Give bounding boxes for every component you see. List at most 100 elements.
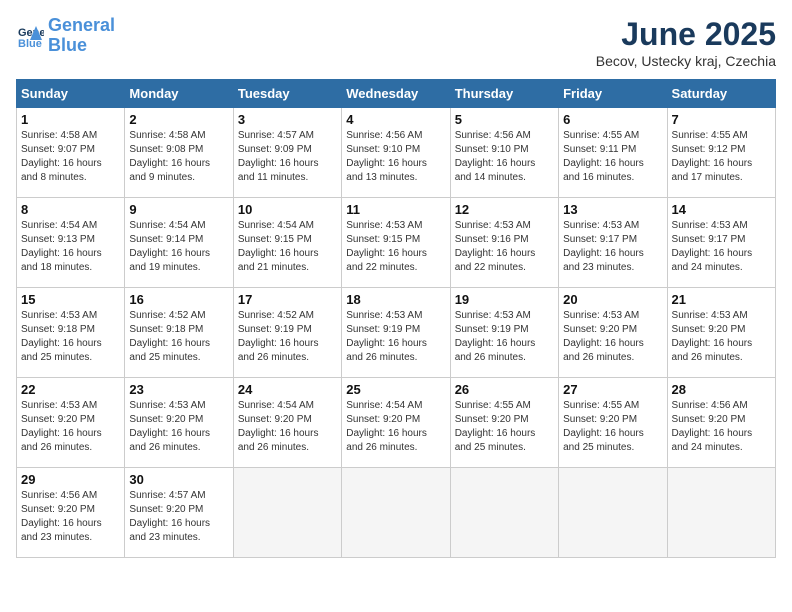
day-info: Sunrise: 4:53 AM Sunset: 9:20 PM Dayligh…: [563, 309, 662, 365]
day-info: Sunrise: 4:53 AM Sunset: 9:17 PM Dayligh…: [563, 219, 662, 275]
calendar-cell: 2Sunrise: 4:58 AM Sunset: 9:08 PM Daylig…: [125, 108, 233, 198]
day-info: Sunrise: 4:55 AM Sunset: 9:20 PM Dayligh…: [455, 399, 554, 455]
calendar-cell: [450, 468, 558, 558]
day-number: 28: [672, 382, 771, 397]
calendar-cell: [559, 468, 667, 558]
logo: General Blue GeneralBlue: [16, 16, 115, 56]
day-info: Sunrise: 4:55 AM Sunset: 9:12 PM Dayligh…: [672, 129, 771, 185]
day-info: Sunrise: 4:54 AM Sunset: 9:14 PM Dayligh…: [129, 219, 228, 275]
column-header-thursday: Thursday: [450, 80, 558, 108]
day-number: 9: [129, 202, 228, 217]
column-header-sunday: Sunday: [17, 80, 125, 108]
day-info: Sunrise: 4:53 AM Sunset: 9:19 PM Dayligh…: [455, 309, 554, 365]
column-header-wednesday: Wednesday: [342, 80, 450, 108]
calendar-cell: 11 Sunrise: 4:53 AM Sunset: 9:15 PM Dayli…: [342, 198, 450, 288]
day-info: Sunrise: 4:54 AM Sunset: 9:20 PM Dayligh…: [346, 399, 445, 455]
calendar-header-row: SundayMondayTuesdayWednesdayThursdayFrid…: [17, 80, 776, 108]
day-number: 3: [238, 112, 337, 127]
calendar-cell: 24 Sunrise: 4:54 AM Sunset: 9:20 PM Dayli…: [233, 378, 341, 468]
day-number: 10: [238, 202, 337, 217]
day-number: 1: [21, 112, 120, 127]
calendar-cell: [667, 468, 775, 558]
day-number: 11: [346, 202, 445, 217]
location: Becov, Ustecky kraj, Czechia: [596, 53, 776, 69]
day-info: Sunrise: 4:53 AM Sunset: 9:20 PM Dayligh…: [129, 399, 228, 455]
calendar-cell: 15 Sunrise: 4:53 AM Sunset: 9:18 PM Dayli…: [17, 288, 125, 378]
calendar-table: SundayMondayTuesdayWednesdayThursdayFrid…: [16, 79, 776, 558]
calendar-cell: 12Sunrise: 4:53 AM Sunset: 9:16 PM Dayli…: [450, 198, 558, 288]
calendar-cell: 21 Sunrise: 4:53 AM Sunset: 9:20 PM Dayli…: [667, 288, 775, 378]
calendar-cell: 30Sunrise: 4:57 AM Sunset: 9:20 PM Dayli…: [125, 468, 233, 558]
calendar-cell: 19 Sunrise: 4:53 AM Sunset: 9:19 PM Dayli…: [450, 288, 558, 378]
calendar-cell: 17Sunrise: 4:52 AM Sunset: 9:19 PM Dayli…: [233, 288, 341, 378]
calendar-cell: 16Sunrise: 4:52 AM Sunset: 9:18 PM Dayli…: [125, 288, 233, 378]
day-info: Sunrise: 4:56 AM Sunset: 9:10 PM Dayligh…: [455, 129, 554, 185]
day-info: Sunrise: 4:54 AM Sunset: 9:20 PM Dayligh…: [238, 399, 337, 455]
calendar-week-row: 22Sunrise: 4:53 AM Sunset: 9:20 PM Dayli…: [17, 378, 776, 468]
calendar-cell: 7 Sunrise: 4:55 AM Sunset: 9:12 PM Daylig…: [667, 108, 775, 198]
day-info: Sunrise: 4:57 AM Sunset: 9:20 PM Dayligh…: [129, 489, 228, 545]
day-info: Sunrise: 4:54 AM Sunset: 9:13 PM Dayligh…: [21, 219, 120, 275]
calendar-cell: 18 Sunrise: 4:53 AM Sunset: 9:19 PM Dayli…: [342, 288, 450, 378]
calendar-week-row: 29 Sunrise: 4:56 AM Sunset: 9:20 PM Dayli…: [17, 468, 776, 558]
day-info: Sunrise: 4:53 AM Sunset: 9:17 PM Dayligh…: [672, 219, 771, 275]
day-number: 18: [346, 292, 445, 307]
calendar-cell: 3 Sunrise: 4:57 AM Sunset: 9:09 PM Daylig…: [233, 108, 341, 198]
day-info: Sunrise: 4:57 AM Sunset: 9:09 PM Dayligh…: [238, 129, 337, 185]
day-number: 21: [672, 292, 771, 307]
calendar-cell: 26Sunrise: 4:55 AM Sunset: 9:20 PM Dayli…: [450, 378, 558, 468]
day-number: 5: [455, 112, 554, 127]
day-info: Sunrise: 4:55 AM Sunset: 9:20 PM Dayligh…: [563, 399, 662, 455]
calendar-cell: 14Sunrise: 4:53 AM Sunset: 9:17 PM Dayli…: [667, 198, 775, 288]
calendar-cell: 5 Sunrise: 4:56 AM Sunset: 9:10 PM Daylig…: [450, 108, 558, 198]
day-number: 23: [129, 382, 228, 397]
day-number: 15: [21, 292, 120, 307]
column-header-saturday: Saturday: [667, 80, 775, 108]
title-area: June 2025 Becov, Ustecky kraj, Czechia: [596, 16, 776, 69]
calendar-cell: [342, 468, 450, 558]
calendar-cell: 10 Sunrise: 4:54 AM Sunset: 9:15 PM Dayli…: [233, 198, 341, 288]
calendar-cell: 4 Sunrise: 4:56 AM Sunset: 9:10 PM Daylig…: [342, 108, 450, 198]
calendar-cell: 25 Sunrise: 4:54 AM Sunset: 9:20 PM Dayli…: [342, 378, 450, 468]
day-info: Sunrise: 4:53 AM Sunset: 9:19 PM Dayligh…: [346, 309, 445, 365]
page-header: General Blue GeneralBlue June 2025 Becov…: [16, 16, 776, 69]
day-number: 25: [346, 382, 445, 397]
day-number: 13: [563, 202, 662, 217]
calendar-cell: 20 Sunrise: 4:53 AM Sunset: 9:20 PM Dayli…: [559, 288, 667, 378]
day-info: Sunrise: 4:53 AM Sunset: 9:18 PM Dayligh…: [21, 309, 120, 365]
day-number: 29: [21, 472, 120, 487]
day-info: Sunrise: 4:58 AM Sunset: 9:08 PM Dayligh…: [129, 129, 228, 185]
calendar-cell: 13 Sunrise: 4:53 AM Sunset: 9:17 PM Dayli…: [559, 198, 667, 288]
day-number: 20: [563, 292, 662, 307]
day-number: 17: [238, 292, 337, 307]
calendar-cell: [233, 468, 341, 558]
day-info: Sunrise: 4:53 AM Sunset: 9:15 PM Dayligh…: [346, 219, 445, 275]
day-number: 24: [238, 382, 337, 397]
day-number: 7: [672, 112, 771, 127]
calendar-week-row: 1 Sunrise: 4:58 AM Sunset: 9:07 PM Daylig…: [17, 108, 776, 198]
day-info: Sunrise: 4:55 AM Sunset: 9:11 PM Dayligh…: [563, 129, 662, 185]
calendar-week-row: 15 Sunrise: 4:53 AM Sunset: 9:18 PM Dayli…: [17, 288, 776, 378]
calendar-cell: 8 Sunrise: 4:54 AM Sunset: 9:13 PM Daylig…: [17, 198, 125, 288]
calendar-week-row: 8 Sunrise: 4:54 AM Sunset: 9:13 PM Daylig…: [17, 198, 776, 288]
day-info: Sunrise: 4:58 AM Sunset: 9:07 PM Dayligh…: [21, 129, 120, 185]
day-info: Sunrise: 4:53 AM Sunset: 9:20 PM Dayligh…: [21, 399, 120, 455]
day-info: Sunrise: 4:52 AM Sunset: 9:18 PM Dayligh…: [129, 309, 228, 365]
day-number: 4: [346, 112, 445, 127]
day-info: Sunrise: 4:56 AM Sunset: 9:10 PM Dayligh…: [346, 129, 445, 185]
day-info: Sunrise: 4:53 AM Sunset: 9:20 PM Dayligh…: [672, 309, 771, 365]
calendar-cell: 1 Sunrise: 4:58 AM Sunset: 9:07 PM Daylig…: [17, 108, 125, 198]
day-info: Sunrise: 4:56 AM Sunset: 9:20 PM Dayligh…: [21, 489, 120, 545]
day-info: Sunrise: 4:54 AM Sunset: 9:15 PM Dayligh…: [238, 219, 337, 275]
day-info: Sunrise: 4:53 AM Sunset: 9:16 PM Dayligh…: [455, 219, 554, 275]
logo-icon: General Blue: [16, 22, 44, 50]
calendar-cell: 9 Sunrise: 4:54 AM Sunset: 9:14 PM Daylig…: [125, 198, 233, 288]
month-title: June 2025: [596, 16, 776, 53]
day-number: 19: [455, 292, 554, 307]
logo-text: GeneralBlue: [48, 16, 115, 56]
column-header-tuesday: Tuesday: [233, 80, 341, 108]
calendar-cell: 23 Sunrise: 4:53 AM Sunset: 9:20 PM Dayli…: [125, 378, 233, 468]
day-number: 6: [563, 112, 662, 127]
calendar-cell: 27Sunrise: 4:55 AM Sunset: 9:20 PM Dayli…: [559, 378, 667, 468]
day-number: 8: [21, 202, 120, 217]
